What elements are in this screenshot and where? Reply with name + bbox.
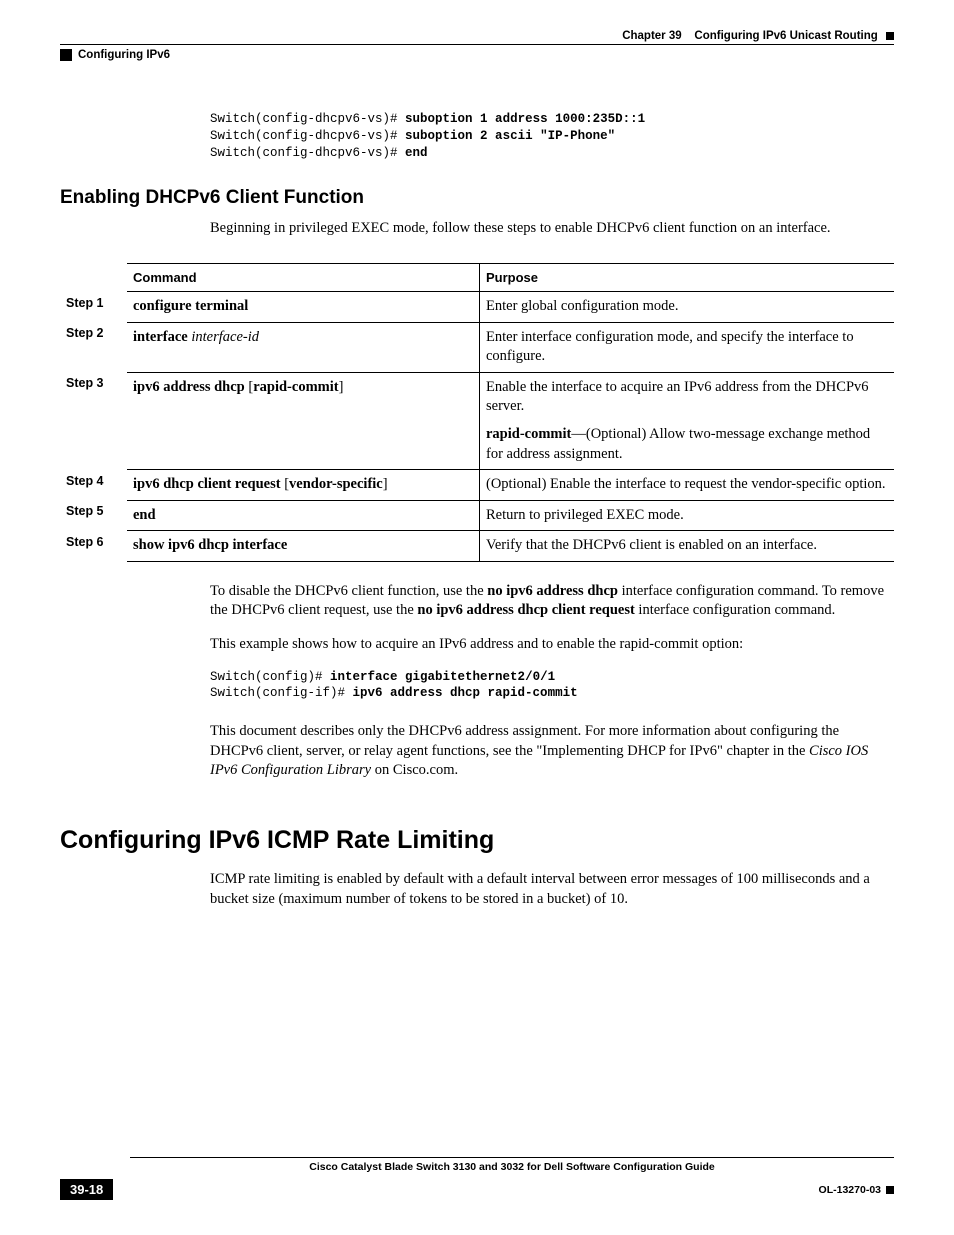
chapter-title: Configuring IPv6 Unicast Routing — [694, 30, 877, 42]
page-number: 39-18 — [60, 1179, 113, 1200]
col-command: Command — [127, 264, 480, 292]
footer-marker-icon — [886, 1186, 894, 1194]
chapter-header: Chapter 39 Configuring IPv6 Unicast Rout… — [60, 30, 894, 45]
col-purpose: Purpose — [480, 264, 895, 292]
table-row: Step 6 show ipv6 dhcp interface Verify t… — [60, 531, 894, 562]
footer-guide-title: Cisco Catalyst Blade Switch 3130 and 303… — [130, 1157, 894, 1173]
table-row: Step 3 ipv6 address dhcp [rapid-commit] … — [60, 372, 894, 469]
table-row: Step 1 configure terminal Enter global c… — [60, 292, 894, 323]
section-marker-icon — [60, 49, 72, 61]
code-block-1: Switch(config-dhcpv6-vs)# suboption 1 ad… — [210, 111, 884, 162]
reference-paragraph: This document describes only the DHCPv6 … — [210, 722, 884, 781]
table-row: Step 2 interface interface-id Enter inte… — [60, 322, 894, 372]
intro-paragraph: Beginning in privileged EXEC mode, follo… — [210, 219, 884, 239]
section-header: Configuring IPv6 — [60, 49, 894, 61]
table-row: Step 4 ipv6 dhcp client request [vendor-… — [60, 470, 894, 501]
disable-paragraph: To disable the DHCPv6 client function, u… — [210, 582, 884, 621]
command-table: Command Purpose Step 1 configure termina… — [60, 263, 894, 562]
icmp-intro: ICMP rate limiting is enabled by default… — [210, 870, 884, 909]
table-row: Step 5 end Return to privileged EXEC mod… — [60, 500, 894, 531]
heading-dhcpv6-client: Enabling DHCPv6 Client Function — [60, 187, 894, 209]
header-marker-icon — [886, 32, 894, 40]
code-block-2: Switch(config)# interface gigabitetherne… — [210, 669, 884, 703]
doc-id: OL-13270-03 — [819, 1184, 894, 1196]
example-intro: This example shows how to acquire an IPv… — [210, 635, 884, 655]
page-footer: Cisco Catalyst Blade Switch 3130 and 303… — [60, 1157, 894, 1200]
heading-icmp-rate-limiting: Configuring IPv6 ICMP Rate Limiting — [60, 826, 894, 855]
section-title: Configuring IPv6 — [78, 49, 170, 61]
chapter-label: Chapter 39 — [622, 30, 681, 42]
